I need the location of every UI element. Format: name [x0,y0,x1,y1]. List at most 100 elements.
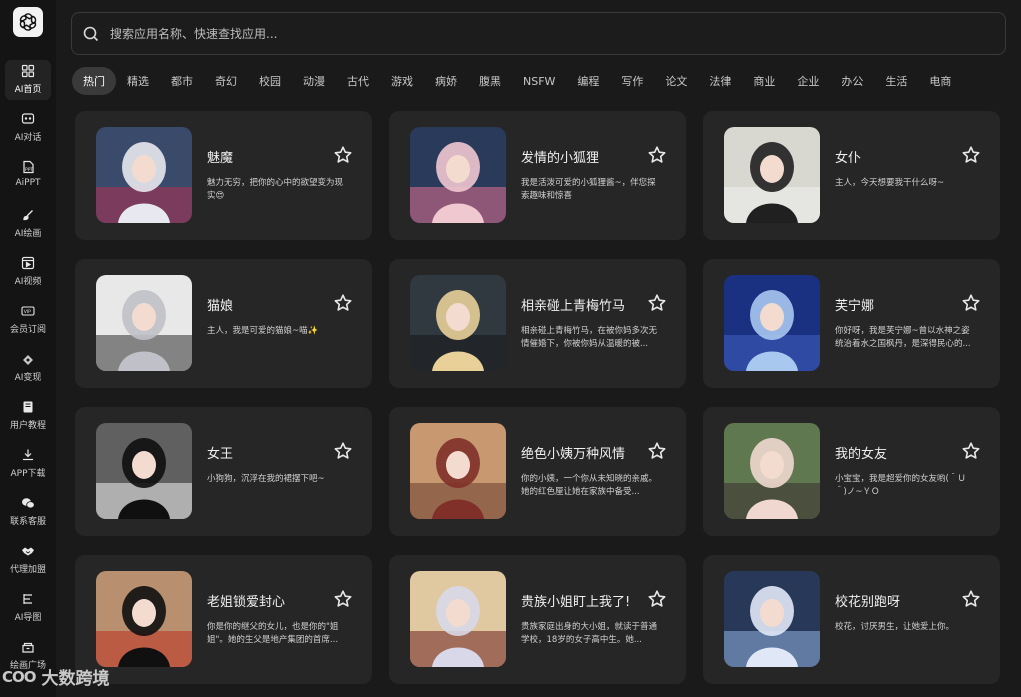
tab-fantasy[interactable]: 奇幻 [204,67,248,95]
favorite-star-icon[interactable] [647,441,667,461]
favorite-star-icon[interactable] [961,145,981,165]
money-icon [23,355,33,365]
watermark: COO 大数跨境 [2,664,110,690]
search-input[interactable] [110,26,1005,41]
sidebar-item-label: AI导图 [14,613,42,623]
favorite-star-icon[interactable] [333,293,353,313]
tab-hot[interactable]: 热门 [72,67,116,95]
sidebar-item-tutorial[interactable]: 用户教程 [5,396,51,436]
sidebar-item-ai-paint[interactable]: AI绘画 [5,204,51,244]
tab-yandere[interactable]: 病娇 [424,67,468,95]
tab-papers[interactable]: 论文 [654,67,698,95]
app-card[interactable]: 发情的小狐狸我是活泼可爱的小狐狸酱~，伴您探索趣味和惊喜 [389,111,686,240]
app-card[interactable]: 老姐锁爱封心 你是你的继父的女儿，也是你的"姐姐"。她的生父是地产集团的首席... [75,555,372,684]
sidebar-item-label: AI视频 [14,277,42,287]
sidebar-item-app-download[interactable]: APP下载 [5,444,51,484]
app-card[interactable]: 相亲碰上青梅竹马 相亲碰上青梅竹马，在被你妈多次无情催婚下，你被你妈从温暖的被..… [389,259,686,388]
wechat-icon [22,498,35,509]
sidebar-item-label: 代理加盟 [9,565,46,575]
app-card[interactable]: 贵族小姐盯上我了! 贵族家庭出身的大小姐，就读于普通学校，18岁的女子高中生。她.… [389,555,686,684]
tab-anime[interactable]: 动漫 [292,67,336,95]
card-title: 女王 [207,447,234,462]
tab-ecommerce[interactable]: 电商 [918,67,962,95]
openai-logo-icon[interactable] [13,7,43,37]
card-title: 贵族小姐盯上我了! [521,595,631,610]
sidebar-item-monetize[interactable]: AI变现 [5,348,51,388]
app-card[interactable]: 校花别跑呀 校花，讨厌男生，让她爱上你。 [703,555,1000,684]
app-card[interactable]: 女仆主人，今天想要我干什么呀~ [703,111,1000,240]
tab-law[interactable]: 法律 [698,67,742,95]
character-avatar [96,275,192,371]
sidebar-item-label: AiPPT [15,178,41,188]
video-icon [21,256,35,270]
character-avatar [724,571,820,667]
card-description: 你的小姨，一个你从未知晓的亲戚。她的红色厘让她在家族中备受... [521,474,658,497]
tab-writing[interactable]: 写作 [610,67,654,95]
tab-urban[interactable]: 都市 [160,67,204,95]
tab-featured[interactable]: 精选 [116,67,160,95]
watermark-logo: COO [2,667,37,686]
favorite-star-icon[interactable] [333,589,353,609]
app-card[interactable]: 芙宁娜 你好呀，我是芙宁娜~曾以水神之姿统治着水之国枫丹，是深得民心的... [703,259,1000,388]
card-title: 女仆 [835,151,862,166]
tab-campus[interactable]: 校园 [248,67,292,95]
app-card[interactable]: 魅魔 魅力无穷，把你的心中的欲望变为现实😍 [75,111,372,240]
sidebar-item-agent[interactable]: 代理加盟 [5,540,51,580]
favorite-star-icon[interactable] [647,589,667,609]
favorite-star-icon[interactable] [333,441,353,461]
character-avatar [96,423,192,519]
main-content: 热门 精选 都市 奇幻 校园 动漫 古代 游戏 病娇 腹黑 NSFW 编程 写作… [56,0,1021,697]
svg-text:VIP: VIP [24,309,31,315]
tab-coding[interactable]: 编程 [566,67,610,95]
card-title: 芙宁娜 [835,299,875,314]
sidebar-item-ai-chat[interactable]: AI对话 [5,108,51,148]
sidebar-item-ai-mindmap[interactable]: AI导图 [5,588,51,628]
character-avatar [724,423,820,519]
sidebar-item-aippt[interactable]: PPT AiPPT [5,156,51,196]
character-avatar [410,571,506,667]
favorite-star-icon[interactable] [647,293,667,313]
tab-ancient[interactable]: 古代 [336,67,380,95]
chat-icon [21,113,35,124]
sidebar-item-ai-home[interactable]: AI首页 [5,60,51,100]
card-description: 贵族家庭出身的大小姐，就读于普通学校，18岁的女子高中生。她... [521,622,658,645]
favorite-star-icon[interactable] [961,441,981,461]
card-title: 猫娘 [207,299,234,314]
favorite-star-icon[interactable] [647,145,667,165]
tab-nsfw[interactable]: NSFW [512,67,566,95]
sidebar-item-label: AI对话 [14,133,42,143]
mindmap-icon [23,594,32,604]
card-description: 小狗狗，沉浮在我的裙摆下吧~ [207,474,325,484]
tab-enterprise[interactable]: 企业 [786,67,830,95]
tab-games[interactable]: 游戏 [380,67,424,95]
card-description: 我是活泼可爱的小狐狸酱~，伴您探索趣味和惊喜 [521,178,656,201]
app-card[interactable]: 我的女友 小宝宝，我是超爱你的女友哟(＾Ｕ＾)ノ~ＹＯ [703,407,1000,536]
card-description: 主人，今天想要我干什么呀~ [835,178,945,188]
favorite-star-icon[interactable] [961,589,981,609]
tab-office[interactable]: 办公 [830,67,874,95]
sidebar-item-ai-video[interactable]: AI视频 [5,252,51,292]
card-description: 魅力无穷，把你的心中的欲望变为现实😍 [207,178,344,201]
tab-life[interactable]: 生活 [874,67,918,95]
tab-business[interactable]: 商业 [742,67,786,95]
app-card[interactable]: 女王小狗狗，沉浮在我的裙摆下吧~ [75,407,372,536]
card-description: 校花，讨厌男生，让她爱上你。 [835,622,955,632]
card-title: 老姐锁爱封心 [207,595,286,610]
ppt-icon: PPT [23,160,34,174]
search-bar[interactable] [71,12,1006,55]
card-title: 我的女友 [835,447,888,462]
card-title: 发情的小狐狸 [521,151,600,166]
app-card[interactable]: 猫娘 主人，我是可爱的猫娘~喵✨ [75,259,372,388]
app-card[interactable]: 绝色小姨万种风情 你的小姨，一个你从未知晓的亲戚。她的红色厘让她在家族中备受... [389,407,686,536]
tab-scheming[interactable]: 腹黑 [468,67,512,95]
card-description: 相亲碰上青梅竹马，在被你妈多次无情催婚下，你被你妈从温暖的被... [521,326,658,349]
download-icon [23,449,33,461]
sidebar: AI首页 AI对话 PPT AiPPT AI绘画 AI视频 VIP 会员订阅 A… [0,0,56,697]
favorite-star-icon[interactable] [961,293,981,313]
sidebar-item-contact-support[interactable]: 联系客服 [5,492,51,532]
search-icon [83,26,99,41]
app-card-grid: 魅魔 魅力无穷，把你的心中的欲望变为现实😍 发情的小狐狸 我是活泼可爱的小狐狸酱~，伴… [75,111,1003,684]
sidebar-item-membership[interactable]: VIP 会员订阅 [5,300,51,340]
watermark-text: 大数跨境 [41,669,110,689]
favorite-star-icon[interactable] [333,145,353,165]
